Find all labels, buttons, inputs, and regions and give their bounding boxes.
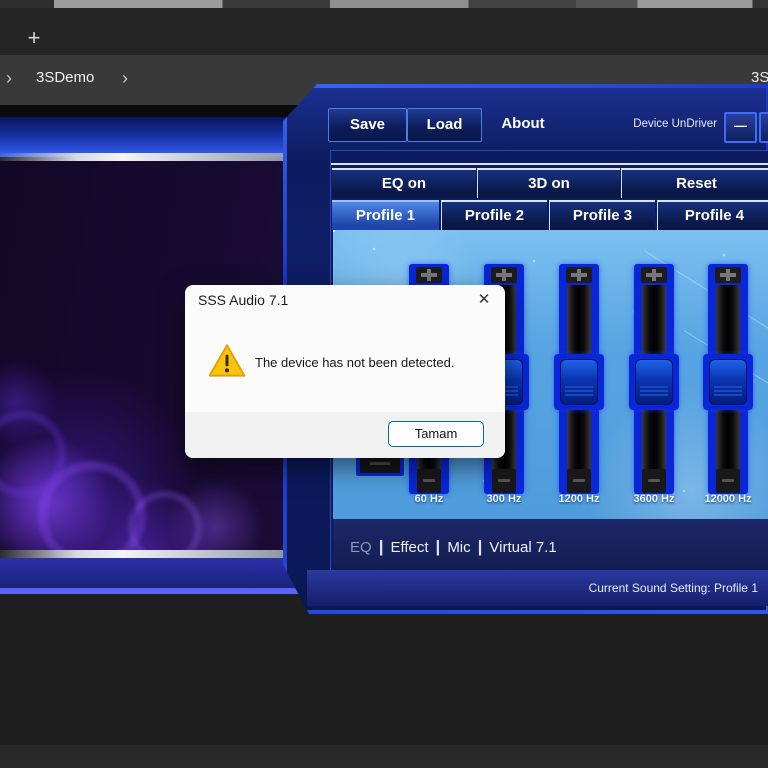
dialog-message: The device has not been detected. bbox=[255, 355, 455, 370]
eq-slider-thumb[interactable] bbox=[635, 359, 673, 405]
drag-handle-icon[interactable] bbox=[416, 267, 442, 283]
load-button[interactable]: Load bbox=[407, 108, 482, 142]
new-tab-icon[interactable]: + bbox=[22, 26, 46, 50]
message-dialog: SSS Audio 7.1 ✕ The device has not been … bbox=[185, 285, 505, 458]
sparkle-decoration bbox=[333, 230, 335, 232]
thumbnail-strip bbox=[0, 0, 768, 8]
warning-icon bbox=[207, 341, 247, 381]
status-bar: Current Sound Setting: Profile 1 bbox=[307, 570, 768, 606]
tab-profile-1[interactable]: Profile 1 bbox=[332, 200, 439, 230]
dialog-footer: Tamam bbox=[185, 412, 505, 458]
eq-slider-thumb[interactable] bbox=[560, 359, 598, 405]
breadcrumb-item[interactable]: 3SDemo bbox=[36, 69, 94, 86]
eq-band-label: 12000 Hz bbox=[704, 493, 752, 505]
close-icon[interactable]: ✕ bbox=[474, 290, 494, 310]
menu-separator: | bbox=[378, 537, 384, 556]
window-control-partial[interactable] bbox=[759, 112, 768, 143]
menu-separator: | bbox=[435, 537, 441, 556]
eq-band-label: 3600 Hz bbox=[633, 493, 675, 505]
menu-item-eq[interactable]: EQ bbox=[350, 539, 372, 556]
chevron-right-icon[interactable]: › bbox=[122, 67, 128, 89]
eq-band-label: 1200 Hz bbox=[558, 493, 600, 505]
device-status-label: Device UnDriver bbox=[633, 118, 717, 130]
slider-bottom-cap bbox=[492, 469, 516, 493]
tab-profile-4[interactable]: Profile 4 bbox=[657, 200, 768, 230]
slider-bottom-cap bbox=[716, 469, 740, 493]
dialog-title: SSS Audio 7.1 bbox=[198, 292, 289, 308]
menu-separator: | bbox=[477, 537, 483, 556]
menu-item-mic[interactable]: Mic bbox=[447, 539, 470, 556]
slider-bottom-cap bbox=[417, 469, 441, 493]
slider-bottom-cap bbox=[642, 469, 666, 493]
breadcrumb-clipped-text: 3S bbox=[751, 69, 768, 86]
menu-item-virtual71[interactable]: Virtual 7.1 bbox=[489, 539, 556, 556]
panel-top-line bbox=[331, 163, 768, 165]
desktop-bottom-strip bbox=[0, 745, 768, 768]
chevron-right-icon[interactable]: › bbox=[6, 67, 12, 89]
eq-band-label: 300 Hz bbox=[486, 493, 522, 505]
minimize-button[interactable]: — bbox=[724, 112, 757, 143]
drag-handle-icon[interactable] bbox=[491, 267, 517, 283]
drag-handle-icon[interactable] bbox=[641, 267, 667, 283]
menu-item-effect[interactable]: Effect bbox=[390, 539, 428, 556]
ok-button[interactable]: Tamam bbox=[388, 421, 484, 447]
eq-band-label: 60 Hz bbox=[414, 493, 444, 505]
tab-bar: + bbox=[0, 8, 768, 56]
eq-slider-thumb[interactable] bbox=[709, 359, 747, 405]
bottom-menu: EQ | Effect | Mic | Virtual 7.1 bbox=[333, 519, 768, 575]
reset-button[interactable]: Reset bbox=[621, 168, 768, 198]
about-button[interactable]: About bbox=[488, 108, 558, 140]
save-button[interactable]: Save bbox=[328, 108, 407, 142]
tab-profile-2[interactable]: Profile 2 bbox=[441, 200, 547, 230]
eq-on-button[interactable]: EQ on bbox=[332, 168, 476, 198]
tab-profile-3[interactable]: Profile 3 bbox=[549, 200, 655, 230]
drag-handle-icon[interactable] bbox=[566, 267, 592, 283]
3d-on-button[interactable]: 3D on bbox=[477, 168, 620, 198]
slider-bottom-cap bbox=[567, 469, 591, 493]
drag-handle-icon[interactable] bbox=[715, 267, 741, 283]
